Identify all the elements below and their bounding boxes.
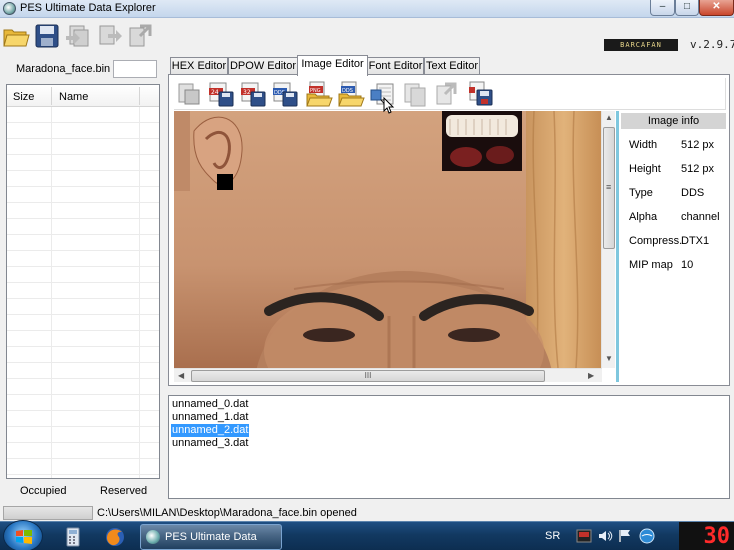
language-indicator[interactable]: SR xyxy=(545,530,560,542)
export-image-icon[interactable] xyxy=(175,80,203,108)
file-table-header: Size Name xyxy=(7,85,159,107)
file-table[interactable]: Size Name xyxy=(6,84,160,479)
save-image-icon[interactable] xyxy=(467,80,495,108)
window-title: PES Ultimate Data Explorer xyxy=(20,2,156,14)
info-value-compress: DTX1 xyxy=(681,235,710,247)
info-value-type: DDS xyxy=(681,187,705,199)
export-24bit-icon[interactable]: 24 xyxy=(207,80,235,108)
maximize-button[interactable]: □ xyxy=(675,0,699,16)
barcafan-logo: BARCAFAN xyxy=(604,39,678,51)
tab-image-editor[interactable]: Image Editor xyxy=(297,55,368,76)
reserved-label: Reserved xyxy=(100,485,148,497)
tab-text-editor[interactable]: Text Editor xyxy=(424,57,480,75)
network-icon[interactable] xyxy=(639,528,655,544)
windows-logo-icon xyxy=(16,530,32,544)
tab-font-editor[interactable]: Font Editor xyxy=(367,57,424,75)
info-label-alpha: Alpha xyxy=(629,211,658,223)
image-toolbar: 24 32 DDS PNG DDS xyxy=(174,78,726,110)
scroll-right-icon[interactable]: ▶ xyxy=(588,371,594,380)
occupied-label: Occupied xyxy=(20,485,67,497)
calculator-icon[interactable] xyxy=(62,526,84,548)
column-name[interactable]: Name xyxy=(59,91,88,103)
main-toolbar: BARCAFAN v.2.9.7 xyxy=(0,19,734,53)
info-label-compress: Compress. xyxy=(629,235,683,247)
tab-dpow-editor[interactable]: DPOW Editor xyxy=(228,57,298,75)
column-size[interactable]: Size xyxy=(13,91,34,103)
info-label-mipmap: MIP map xyxy=(629,259,673,271)
taskbar-item-pes-explorer[interactable]: PES Ultimate Data Ex... xyxy=(140,524,282,550)
import-dds-icon[interactable]: DDS xyxy=(337,80,365,108)
volume-icon[interactable] xyxy=(597,528,613,544)
copy-icon[interactable] xyxy=(401,80,429,108)
pes-app-icon xyxy=(146,530,160,544)
vertical-grip: ≡ xyxy=(606,182,612,192)
column-separator xyxy=(51,87,52,105)
import-icon[interactable] xyxy=(64,22,92,50)
taskbar-item-label: PES Ultimate Data Ex... xyxy=(165,531,257,543)
texture-file-list[interactable]: unnamed_0.dat unnamed_1.dat unnamed_2.da… xyxy=(168,395,730,499)
texture-preview[interactable] xyxy=(174,111,602,368)
info-value-height: 512 px xyxy=(681,163,715,175)
info-label-type: Type xyxy=(629,187,653,199)
paste-icon[interactable] xyxy=(433,80,461,108)
info-value-alpha: channel xyxy=(681,211,720,223)
info-label-width: Width xyxy=(629,139,658,151)
file-name-label: Maradona_face.bin xyxy=(16,63,111,75)
mouse-cursor-icon xyxy=(383,97,395,114)
minimize-button[interactable]: – xyxy=(650,0,675,16)
import-png-icon[interactable]: PNG xyxy=(305,80,333,108)
title-bar: PES Ultimate Data Explorer – □ ✕ xyxy=(0,0,734,18)
save-icon[interactable] xyxy=(33,22,61,50)
svg-text:24: 24 xyxy=(211,89,219,96)
image-info-header: Image info xyxy=(621,113,726,129)
version-label: v.2.9.7 xyxy=(690,38,734,51)
grid-line xyxy=(139,107,140,478)
export-32bit-icon[interactable]: 32 xyxy=(239,80,267,108)
horizontal-scroll-thumb[interactable]: III xyxy=(191,370,545,382)
export-icon[interactable] xyxy=(96,22,124,50)
file-table-rows xyxy=(7,107,159,478)
file-info-box[interactable] xyxy=(113,60,157,78)
list-item[interactable]: unnamed_0.dat xyxy=(171,398,249,411)
image-info-panel: Image info Width 512 px Height 512 px Ty… xyxy=(616,111,728,382)
tray-app-icon[interactable] xyxy=(576,528,592,544)
horizontal-scrollbar[interactable]: ◀ III ▶ xyxy=(174,368,602,382)
export-dds-icon[interactable]: DDS xyxy=(271,80,299,108)
svg-text:PNG: PNG xyxy=(310,88,321,94)
vertical-scroll-thumb[interactable]: ≡ xyxy=(603,127,615,249)
list-item-selected[interactable]: unnamed_2.dat xyxy=(171,424,250,437)
scroll-down-icon[interactable]: ▼ xyxy=(605,354,613,363)
list-item[interactable]: unnamed_3.dat xyxy=(171,437,249,450)
svg-text:DDS: DDS xyxy=(342,88,353,94)
tab-hex-editor[interactable]: HEX Editor xyxy=(170,57,228,75)
app-icon xyxy=(3,2,16,15)
list-item[interactable]: unnamed_1.dat xyxy=(171,411,249,424)
grid-line xyxy=(51,107,52,478)
taskbar: PES Ultimate Data Ex... SR 30 xyxy=(0,520,734,550)
column-separator xyxy=(139,87,140,105)
info-label-height: Height xyxy=(629,163,661,175)
vertical-scrollbar[interactable]: ▲ ≡ ▼ xyxy=(601,111,615,368)
scroll-up-icon[interactable]: ▲ xyxy=(605,113,613,122)
info-value-width: 512 px xyxy=(681,139,715,151)
action-center-flag-icon[interactable] xyxy=(617,528,633,544)
progress-bar xyxy=(3,506,93,520)
clock-overlay: 30 xyxy=(679,522,734,550)
status-bar: C:\Users\MILAN\Desktop\Maradona_face.bin… xyxy=(0,503,734,521)
status-text: C:\Users\MILAN\Desktop\Maradona_face.bin… xyxy=(97,507,357,519)
svg-text:32: 32 xyxy=(243,89,251,96)
face-texture-image xyxy=(174,111,602,368)
firefox-icon[interactable] xyxy=(104,526,126,548)
scroll-left-icon[interactable]: ◀ xyxy=(178,371,184,380)
close-button[interactable]: ✕ xyxy=(699,0,734,16)
start-button[interactable] xyxy=(3,520,43,550)
info-value-mipmap: 10 xyxy=(681,259,694,271)
extract-icon[interactable] xyxy=(126,22,154,50)
open-folder-icon[interactable] xyxy=(2,22,30,50)
